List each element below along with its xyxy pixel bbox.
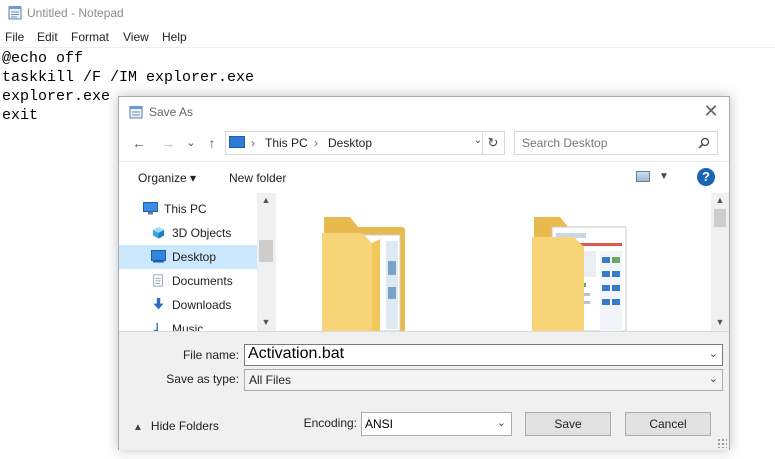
computer-icon [143,202,158,215]
tree-item-desktop[interactable]: Desktop [119,245,257,269]
text-line: exit [2,107,39,124]
tree-item-label: Documents [172,274,233,288]
file-view [276,193,711,331]
chevron-up-icon[interactable]: ▲ [711,195,729,205]
file-view-scrollbar[interactable]: ▲ ▼ [711,193,729,331]
menu-help[interactable]: Help [162,30,187,44]
chevron-down-icon[interactable]: ▼ [659,171,669,182]
save-options-panel: File name: Activation.bat ⌄ Save as type… [119,331,729,450]
search-placeholder: Search Desktop [522,136,608,150]
text-line: explorer.exe [2,88,111,105]
organize-button[interactable]: Organize ▾ [138,171,196,185]
address-bar[interactable]: › This PC › Desktop ⌄ ↻ [225,131,505,155]
tree-item-label: Downloads [172,298,232,312]
chevron-down-icon: ⌄ [496,417,506,429]
search-icon [698,137,710,149]
view-options-icon[interactable] [636,171,650,182]
breadcrumb-this-pc[interactable]: This PC [265,136,308,150]
scrollbar-thumb[interactable] [714,209,726,227]
menu-bar: File Edit Format View Help [0,28,775,46]
breadcrumb-desktop[interactable]: Desktop [328,136,372,150]
encoding-value: ANSI [365,417,394,431]
chevron-up-icon[interactable]: ▲ [257,195,275,205]
tree-item-documents[interactable]: Documents [119,269,257,293]
chevron-down-icon[interactable]: ▼ [257,317,275,327]
menu-file[interactable]: File [5,30,24,44]
notepad-icon [8,6,22,20]
menu-format[interactable]: Format [71,30,109,44]
cube-icon [152,226,165,239]
save-as-type-value: All Files [249,373,292,387]
folder-icon[interactable] [530,213,630,331]
scrollbar-thumb[interactable] [259,240,273,262]
chevron-down-icon[interactable]: ⌄ [474,135,482,146]
download-icon [153,298,164,310]
save-button[interactable]: Save [525,412,611,436]
dialog-titlebar[interactable]: Save As ✕ [119,97,729,127]
tree-item-label: 3D Objects [172,226,232,240]
dialog-title: Save As [149,105,194,119]
tree-item-label: This PC [164,202,207,216]
encoding-label: Encoding: [303,416,357,430]
file-name-field[interactable]: Activation.bat ⌄ [244,344,723,366]
cancel-button[interactable]: Cancel [625,412,711,436]
menu-edit[interactable]: Edit [37,30,58,44]
navigation-scrollbar[interactable]: ▲ ▼ [257,193,275,331]
new-folder-button[interactable]: New folder [229,171,286,185]
tree-item-music[interactable]: Music [119,317,257,331]
resize-grip[interactable] [717,438,727,448]
hide-folders-button[interactable]: ▲ Hide Folders [133,419,219,433]
search-input[interactable]: Search Desktop [514,131,718,155]
refresh-icon[interactable]: ↻ [482,132,503,154]
chevron-down-icon[interactable]: ⌄ [709,347,718,360]
chevron-down-icon: ⌄ [708,373,718,385]
tree-item-this-pc[interactable]: This PC [119,197,257,221]
folder-icon[interactable] [320,213,410,331]
forward-arrow-icon[interactable]: → [159,134,177,152]
window-title: Untitled - Notepad [27,6,124,20]
save-as-type-select[interactable]: All Files ⌄ [244,369,723,391]
file-name-value: Activation.bat [248,345,345,362]
tree-item-downloads[interactable]: Downloads [119,293,257,317]
desktop-icon [151,250,166,263]
chevron-down-icon[interactable]: ▼ [711,317,729,327]
navigation-pane: This PC 3D Objects Desktop Documents Dow… [119,193,275,331]
breadcrumb-separator: › [314,136,318,150]
breadcrumb-separator: › [251,136,255,150]
text-line: @echo off [2,50,84,67]
save-as-dialog: Save As ✕ ← → ⌄ ↑ › This PC › Desktop ⌄ … [118,96,730,450]
file-name-label: File name: [182,348,239,362]
tree-item-label: Desktop [172,250,217,264]
computer-icon [229,136,245,148]
text-line: taskkill /F /IM explorer.exe [2,69,255,86]
hide-folders-label: Hide Folders [150,419,219,433]
notepad-titlebar: Untitled - Notepad [0,0,775,26]
close-icon[interactable]: ✕ [701,101,721,121]
music-icon [153,322,158,331]
encoding-select[interactable]: ANSI ⌄ [361,412,512,436]
up-arrow-icon[interactable]: ↑ [203,134,221,152]
command-toolbar: Organize ▾ New folder ▼ ? [119,161,729,195]
tree-item-3d-objects[interactable]: 3D Objects [119,221,257,245]
navigation-bar: ← → ⌄ ↑ › This PC › Desktop ⌄ ↻ Search D… [119,127,729,161]
save-as-type-label: Save as type: [166,372,239,386]
documents-icon [153,274,163,287]
recent-locations-chevron-icon[interactable]: ⌄ [182,134,200,152]
chevron-up-icon: ▲ [133,422,143,433]
back-arrow-icon[interactable]: ← [130,134,148,152]
notepad-icon [129,106,143,119]
menu-view[interactable]: View [123,30,149,44]
tree-item-label: Music [172,322,204,331]
help-icon[interactable]: ? [697,168,715,186]
